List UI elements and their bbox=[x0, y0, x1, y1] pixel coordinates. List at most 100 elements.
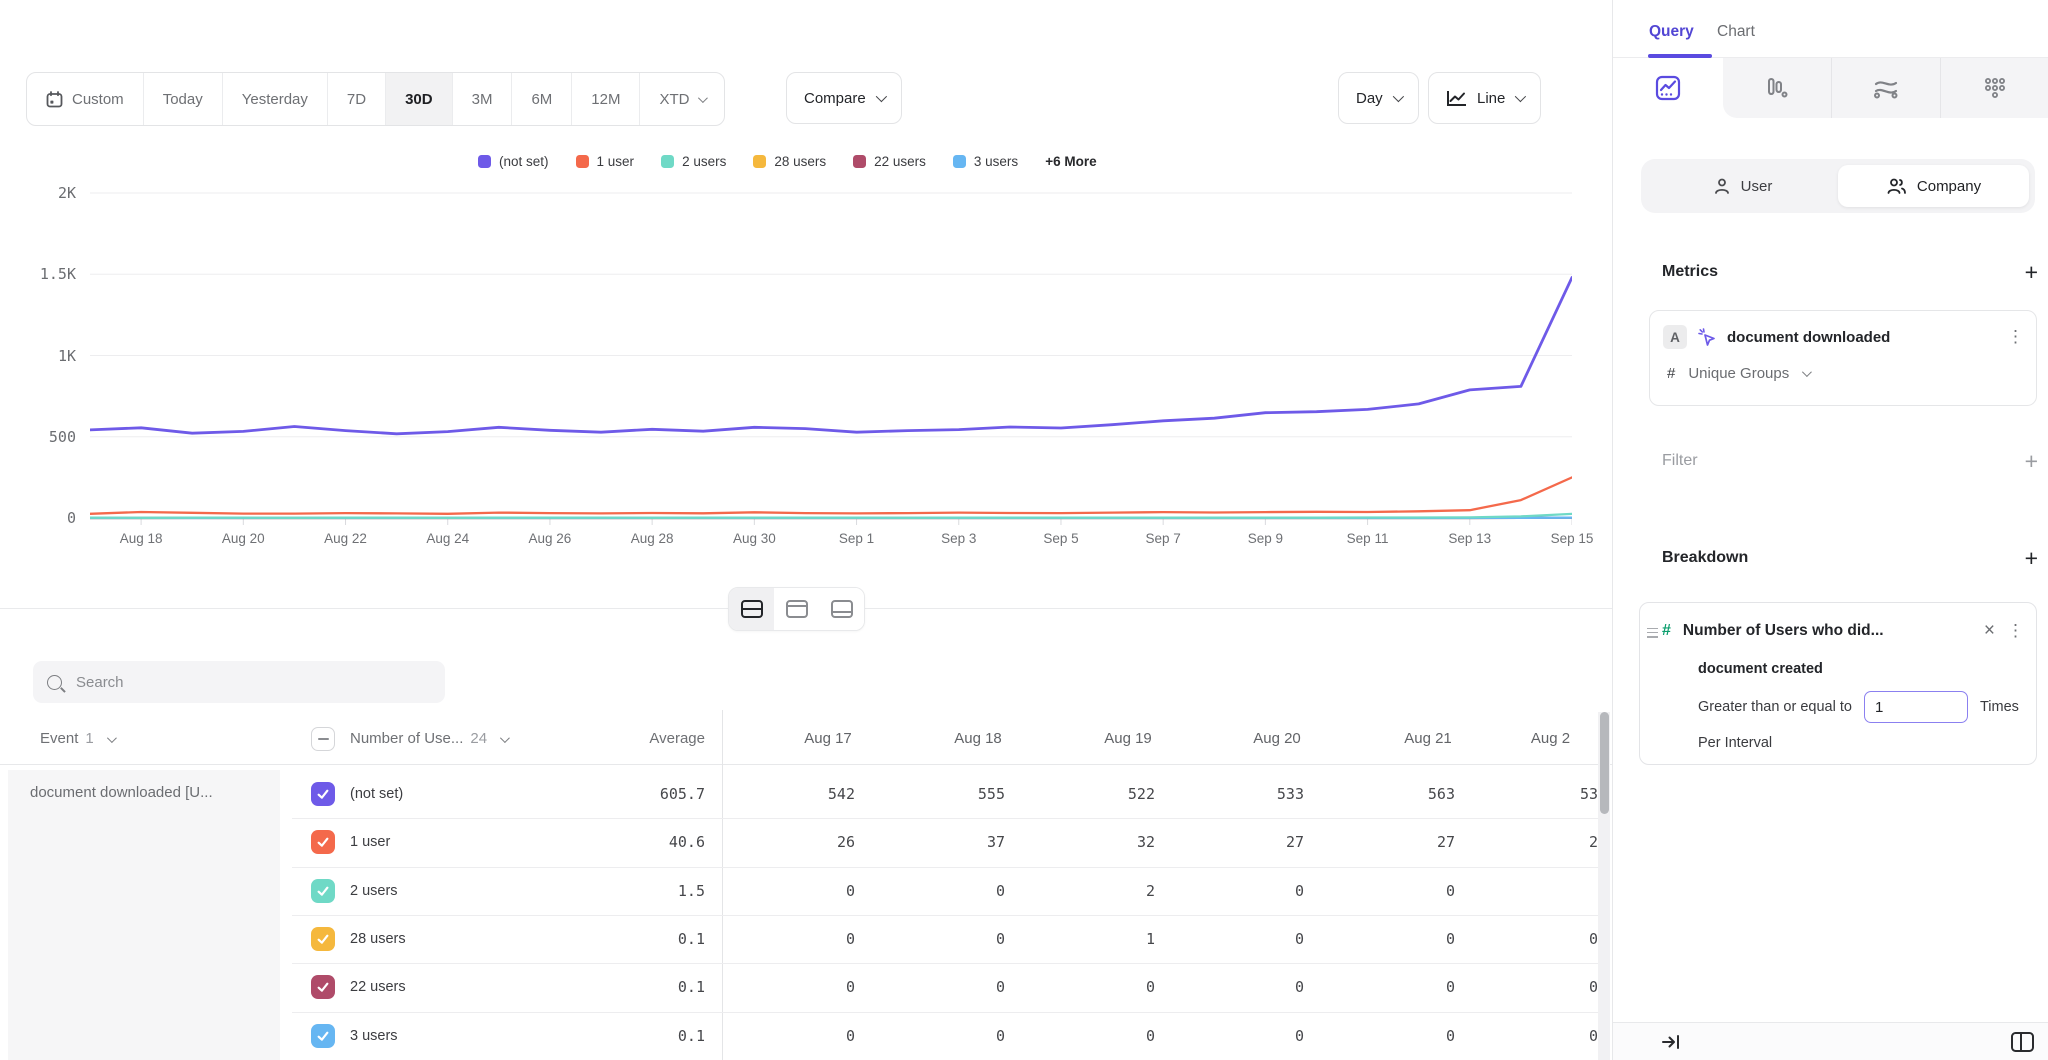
breakdown-kebab-menu-icon[interactable]: ⋮ bbox=[2007, 621, 2024, 641]
date-range-today[interactable]: Today bbox=[144, 73, 223, 125]
chart-type-tabs-inactive bbox=[1723, 58, 2048, 118]
split-view-button[interactable] bbox=[729, 588, 774, 630]
date-range-30d[interactable]: 30D bbox=[386, 73, 453, 125]
date-range-7d[interactable]: 7D bbox=[328, 73, 386, 125]
breakdown-card[interactable]: # Number of Users who did... × ⋮ documen… bbox=[1639, 602, 2037, 765]
user-icon bbox=[1713, 177, 1731, 195]
select-all-checkbox[interactable] bbox=[311, 727, 335, 751]
table-cell-value: 0 bbox=[1305, 963, 1455, 1011]
tab-query[interactable]: Query bbox=[1649, 12, 1694, 57]
row-checkbox[interactable] bbox=[311, 782, 335, 806]
metric-card[interactable]: A document downloaded ⋮ # Unique Groups bbox=[1649, 310, 2037, 406]
average-value: 0.1 bbox=[555, 915, 705, 963]
row-checkbox[interactable] bbox=[311, 1024, 335, 1048]
table-cell-value: 2 bbox=[1455, 818, 1598, 866]
interval-dropdown[interactable]: Day bbox=[1338, 72, 1419, 124]
chart-type-line-tab[interactable] bbox=[1614, 58, 1723, 118]
table-only-view-button[interactable] bbox=[819, 588, 864, 630]
legend-swatch bbox=[953, 155, 966, 168]
x-axis-tick-label: Aug 22 bbox=[296, 531, 396, 546]
add-metric-button[interactable]: + bbox=[2025, 262, 2038, 282]
table-cell-value: 0 bbox=[1305, 867, 1455, 915]
analytics-app: Custom Today Yesterday 7D 30D 3M 6M12MXTD Comp… bbox=[0, 0, 2048, 1060]
scope-user-option[interactable]: User bbox=[1647, 165, 1838, 207]
date-range-12m[interactable]: 12M bbox=[572, 73, 640, 125]
table-cell-value: 37 bbox=[855, 818, 1005, 866]
row-checkbox[interactable] bbox=[311, 927, 335, 951]
row-checkbox[interactable] bbox=[311, 975, 335, 999]
add-filter-button[interactable]: + bbox=[2025, 451, 2038, 471]
y-axis-tick-label: 1K bbox=[0, 347, 76, 365]
date-range-yesterday[interactable]: Yesterday bbox=[223, 73, 328, 125]
breakdown-section-header: Breakdown + bbox=[1662, 548, 2038, 568]
grid-dots-icon bbox=[1983, 76, 2007, 100]
series-row-label: 22 users bbox=[350, 963, 406, 1011]
date-column-header: Aug 17 bbox=[753, 714, 903, 764]
chart-type-more-tab[interactable] bbox=[1940, 58, 2048, 118]
date-range-xtd[interactable]: XTD bbox=[640, 73, 724, 125]
chart-type-flow-tab[interactable] bbox=[1831, 58, 1940, 118]
table-cell-value: 0 bbox=[705, 1012, 855, 1060]
compare-label: Compare bbox=[804, 90, 866, 107]
add-breakdown-button[interactable]: + bbox=[2025, 548, 2038, 568]
table-cell-value: 0 bbox=[1455, 963, 1598, 1011]
series-row-label: 1 user bbox=[350, 818, 390, 866]
table-cell-value: 0 bbox=[1455, 1012, 1598, 1060]
metric-aggregation-dropdown[interactable]: # Unique Groups bbox=[1667, 365, 1809, 382]
x-axis-tick-label: Sep 5 bbox=[1011, 531, 1111, 546]
table-cell-value: 0 bbox=[705, 963, 855, 1011]
metric-kebab-menu-icon[interactable]: ⋮ bbox=[2007, 327, 2024, 347]
table-scrollbar-thumb[interactable] bbox=[1600, 712, 1609, 814]
x-axis-tick-label: Aug 28 bbox=[602, 531, 702, 546]
drag-handle-icon[interactable] bbox=[1647, 625, 1658, 640]
legend-item[interactable]: 28 users bbox=[753, 154, 826, 169]
search-input[interactable] bbox=[74, 673, 431, 692]
date-range-label: 7D bbox=[347, 91, 366, 108]
series-line-1-user[interactable] bbox=[90, 477, 1572, 513]
row-checkbox[interactable] bbox=[311, 830, 335, 854]
bar-chart-icon bbox=[1765, 76, 1789, 100]
chevron-down-icon bbox=[698, 93, 708, 103]
series-row-label: 3 users bbox=[350, 1012, 398, 1060]
legend-more-button[interactable]: +6 More bbox=[1045, 154, 1096, 169]
event-column-header[interactable]: Event1 bbox=[40, 714, 114, 764]
per-interval-label: Per Interval bbox=[1698, 735, 1772, 751]
legend-item[interactable]: 22 users bbox=[853, 154, 926, 169]
series-column-header[interactable]: Number of Use...24 bbox=[350, 714, 507, 764]
collapse-panel-icon[interactable] bbox=[1661, 1032, 1681, 1052]
series-row-label: 28 users bbox=[350, 915, 406, 963]
date-range-6m[interactable]: 6M bbox=[512, 73, 572, 125]
close-icon[interactable]: × bbox=[1984, 623, 1995, 639]
table-cell-value: 0 bbox=[1005, 963, 1155, 1011]
legend-item[interactable]: (not set) bbox=[478, 154, 549, 169]
legend-item[interactable]: 3 users bbox=[953, 154, 1018, 169]
legend-item[interactable]: 2 users bbox=[661, 154, 726, 169]
event-name-cell[interactable]: document downloaded [U... bbox=[8, 770, 280, 1060]
date-range-3m[interactable]: 3M bbox=[453, 73, 513, 125]
chart-type-label: Line bbox=[1477, 90, 1505, 107]
date-range-label: Today bbox=[163, 91, 203, 108]
line-chart[interactable] bbox=[90, 183, 1572, 528]
chart-type-dropdown[interactable]: Line bbox=[1428, 72, 1541, 124]
date-range-label: 3M bbox=[472, 91, 493, 108]
table-cell-value: 1 bbox=[1005, 915, 1155, 963]
average-value: 40.6 bbox=[555, 818, 705, 866]
legend-label: 1 user bbox=[597, 154, 635, 169]
date-range-custom[interactable]: Custom bbox=[27, 73, 144, 125]
tab-chart[interactable]: Chart bbox=[1717, 12, 1755, 57]
interval-label: Day bbox=[1356, 90, 1383, 107]
legend-label: 2 users bbox=[682, 154, 726, 169]
condition-value-input[interactable] bbox=[1864, 691, 1968, 723]
compare-button[interactable]: Compare bbox=[786, 72, 902, 124]
scope-company-option[interactable]: Company bbox=[1838, 165, 2029, 207]
average-column-header: Average bbox=[555, 714, 705, 764]
search-box[interactable] bbox=[33, 661, 445, 703]
chart-type-bar-tab[interactable] bbox=[1723, 58, 1831, 118]
y-axis-tick-label: 2K bbox=[0, 184, 76, 202]
row-checkbox[interactable] bbox=[311, 879, 335, 903]
legend-item[interactable]: 1 user bbox=[576, 154, 635, 169]
average-value: 605.7 bbox=[555, 770, 705, 818]
metric-letter-badge: A bbox=[1663, 325, 1687, 349]
sidebar-toggle-icon[interactable] bbox=[2010, 1031, 2035, 1053]
chart-only-view-button[interactable] bbox=[774, 588, 819, 630]
